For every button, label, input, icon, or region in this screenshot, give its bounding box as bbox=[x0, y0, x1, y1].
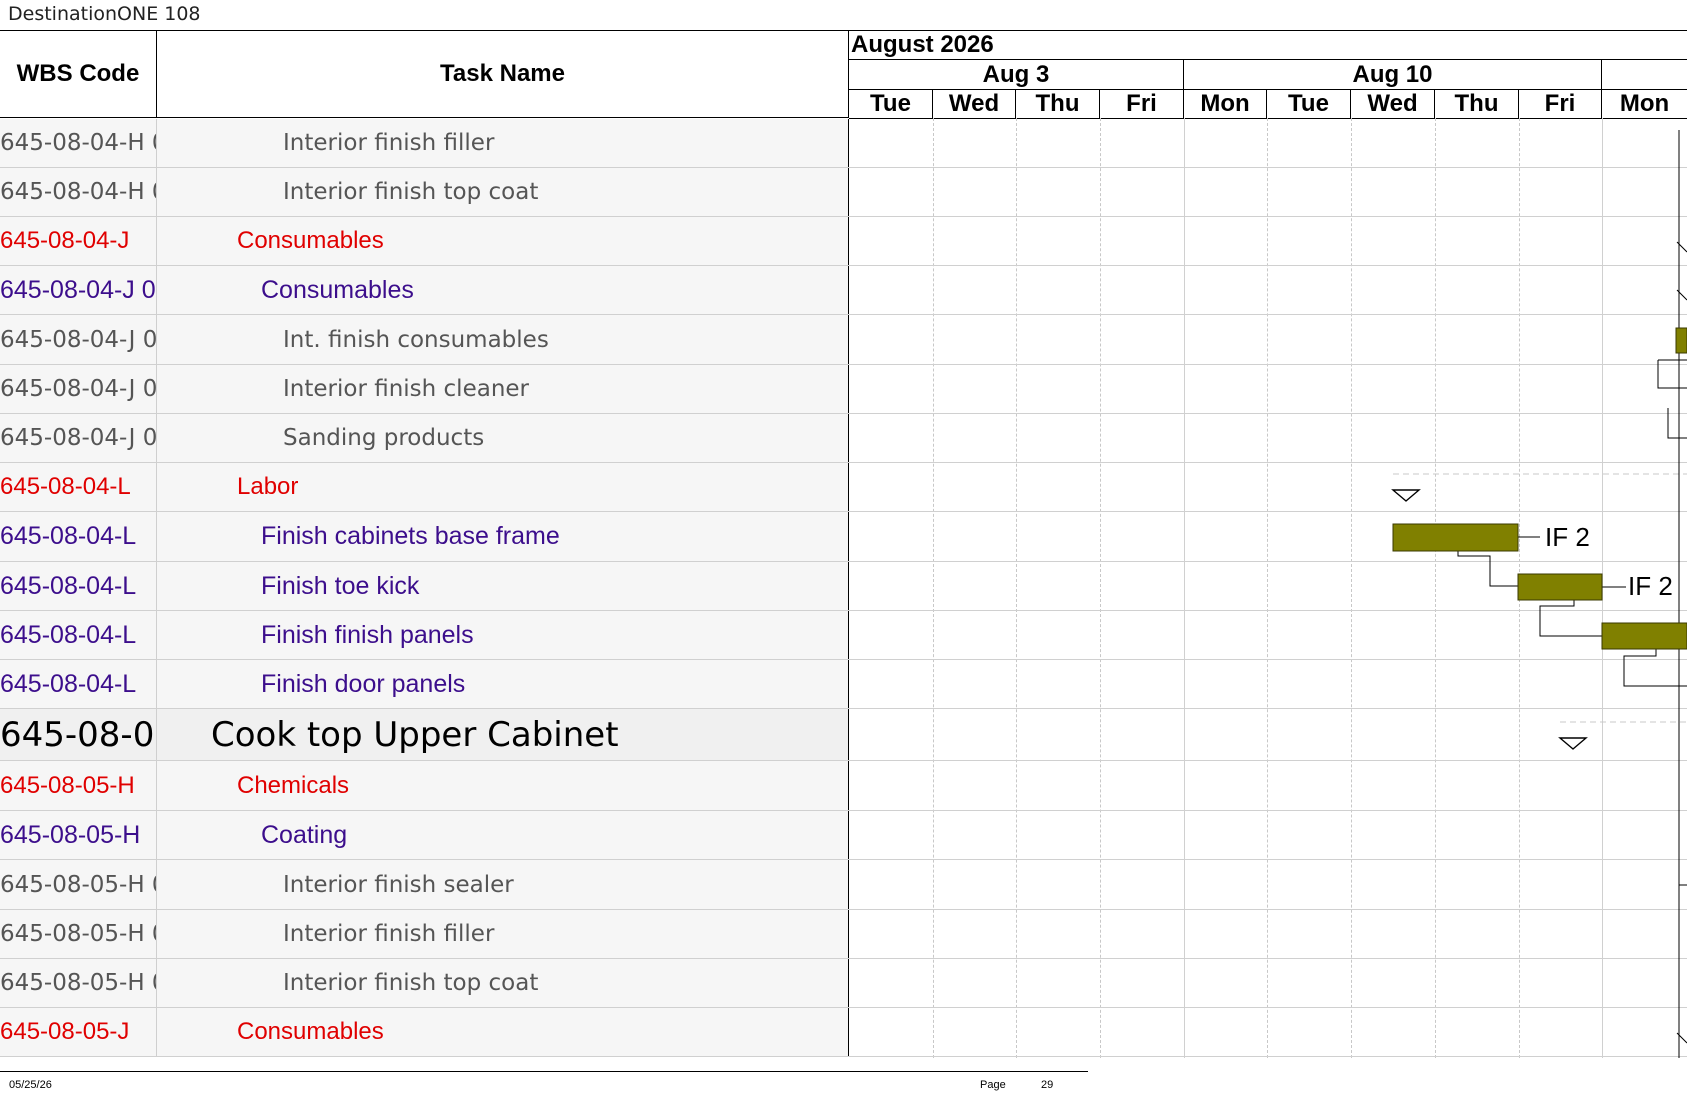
wbs-code-cell[interactable]: 645-08-04-H 0 bbox=[0, 168, 157, 216]
task-name-cell[interactable]: Chemicals bbox=[157, 761, 849, 810]
app-title: DestinationONE 108 bbox=[8, 3, 201, 25]
day-header: Wed bbox=[933, 90, 1016, 119]
month-header: August 2026 bbox=[849, 31, 1687, 60]
day-header: Fri bbox=[1519, 90, 1602, 119]
wbs-code-cell[interactable]: 645-08-04-J 01 bbox=[0, 315, 157, 364]
wbs-code-cell[interactable]: 645-08-04-L bbox=[0, 463, 157, 511]
table-row[interactable]: 645-08-05-H Coating bbox=[0, 811, 1687, 860]
table-row[interactable]: 645-08-04-J 01 Interior finish cleaner bbox=[0, 365, 1687, 414]
task-name-cell[interactable]: Interior finish filler bbox=[157, 910, 849, 958]
task-name-cell[interactable]: Finish cabinets base frame bbox=[157, 512, 849, 561]
task-name-cell[interactable]: Interior finish top coat bbox=[157, 959, 849, 1007]
wbs-code-cell[interactable]: 645-08-04-L bbox=[0, 562, 157, 610]
table-row[interactable]: 645-08-04-H 0 Interior finish top coat bbox=[0, 168, 1687, 217]
week-header-aug3: Aug 3 bbox=[849, 60, 1184, 90]
task-name-cell[interactable]: Int. finish consumables bbox=[157, 315, 849, 364]
day-header: Thu bbox=[1435, 90, 1519, 119]
task-name-cell[interactable]: Finish door panels bbox=[157, 660, 849, 708]
task-column-header[interactable]: Task Name bbox=[157, 31, 849, 118]
footer-divider bbox=[0, 1071, 1088, 1072]
task-name-cell[interactable]: Finish finish panels bbox=[157, 611, 849, 659]
table-row[interactable]: 645-08-04-J 0 Consumables bbox=[0, 266, 1687, 315]
wbs-code-cell[interactable]: 645-08-04-L bbox=[0, 611, 157, 659]
table-row[interactable]: 645-08-04-L Labor bbox=[0, 463, 1687, 512]
wbs-code-cell[interactable]: 645-08-04-J bbox=[0, 217, 157, 265]
table-row[interactable]: 645-08-05-H 0 Interior finish filler bbox=[0, 910, 1687, 959]
wbs-code-cell[interactable]: 645-08-04-L bbox=[0, 660, 157, 708]
task-name-cell[interactable]: Consumables bbox=[157, 1008, 849, 1056]
week-header-aug10: Aug 10 bbox=[1184, 60, 1602, 90]
task-name-cell[interactable]: Coating bbox=[157, 811, 849, 859]
wbs-code-cell[interactable]: 645-08-05-H bbox=[0, 811, 157, 859]
task-name-cell[interactable]: Consumables bbox=[157, 217, 849, 265]
table-row[interactable]: 645-08-05Cook top Upper Cabinet bbox=[0, 709, 1687, 761]
day-header: Wed bbox=[1351, 90, 1435, 119]
task-name-cell[interactable]: Labor bbox=[157, 463, 849, 511]
task-name-cell[interactable]: Sanding products bbox=[157, 414, 849, 462]
table-row[interactable]: 645-08-04-J Consumables bbox=[0, 217, 1687, 266]
footer-page-label: Page bbox=[980, 1079, 1006, 1091]
week-header-next bbox=[1602, 60, 1687, 90]
table-row[interactable]: 645-08-05-H 0 Interior finish top coat bbox=[0, 959, 1687, 1008]
task-name-cell[interactable]: Interior finish cleaner bbox=[157, 365, 849, 413]
day-header: Mon bbox=[1184, 90, 1267, 119]
table-row[interactable]: 645-08-05-H 0 Interior finish sealer bbox=[0, 860, 1687, 910]
day-header: Thu bbox=[1016, 90, 1100, 119]
wbs-code-cell[interactable]: 645-08-05 bbox=[0, 709, 157, 760]
wbs-code-cell[interactable]: 645-08-04-H 0 bbox=[0, 119, 157, 167]
table-row[interactable]: 645-08-04-L Finish door panels bbox=[0, 660, 1687, 709]
wbs-code-cell[interactable]: 645-08-05-H 0 bbox=[0, 959, 157, 1007]
task-name-cell[interactable]: Interior finish top coat bbox=[157, 168, 849, 216]
task-name-cell[interactable]: Cook top Upper Cabinet bbox=[157, 709, 849, 760]
wbs-code-cell[interactable]: 645-08-04-J 01 bbox=[0, 414, 157, 462]
day-header: Tue bbox=[1267, 90, 1351, 119]
wbs-code-cell[interactable]: 645-08-05-H 0 bbox=[0, 860, 157, 909]
table-row[interactable]: 645-08-04-L Finish toe kick bbox=[0, 562, 1687, 611]
task-name-cell[interactable]: Finish toe kick bbox=[157, 562, 849, 610]
wbs-code-cell[interactable]: 645-08-05-H bbox=[0, 761, 157, 810]
wbs-code-cell[interactable]: 645-08-05-J bbox=[0, 1008, 157, 1056]
wbs-code-cell[interactable]: 645-08-04-J 0 bbox=[0, 266, 157, 314]
task-name-cell[interactable]: Interior finish filler bbox=[157, 119, 849, 167]
day-header: Fri bbox=[1100, 90, 1184, 119]
day-header: Tue bbox=[849, 90, 933, 119]
table-row[interactable]: 645-08-05-H Chemicals bbox=[0, 761, 1687, 811]
wbs-column-header[interactable]: WBS Code bbox=[0, 31, 157, 118]
table-row[interactable]: 645-08-04-J 01 Sanding products bbox=[0, 414, 1687, 463]
footer-date: 05/25/26 bbox=[9, 1079, 52, 1091]
footer-page-number: 29 bbox=[1041, 1079, 1054, 1091]
wbs-code-cell[interactable]: 645-08-05-H 0 bbox=[0, 910, 157, 958]
day-header: Mon bbox=[1602, 90, 1687, 119]
wbs-code-cell[interactable]: 645-08-04-J 01 bbox=[0, 365, 157, 413]
table-row[interactable]: 645-08-04-L Finish finish panels bbox=[0, 611, 1687, 660]
table-row[interactable]: 645-08-05-J Consumables bbox=[0, 1008, 1687, 1057]
table-row[interactable]: 645-08-04-H 0 Interior finish filler bbox=[0, 119, 1687, 168]
task-name-cell[interactable]: Interior finish sealer bbox=[157, 860, 849, 909]
wbs-code-cell[interactable]: 645-08-04-L bbox=[0, 512, 157, 561]
table-row[interactable]: 645-08-04-J 01 Int. finish consumables bbox=[0, 315, 1687, 365]
table-row[interactable]: 645-08-04-L Finish cabinets base frame bbox=[0, 512, 1687, 562]
task-name-cell[interactable]: Consumables bbox=[157, 266, 849, 314]
